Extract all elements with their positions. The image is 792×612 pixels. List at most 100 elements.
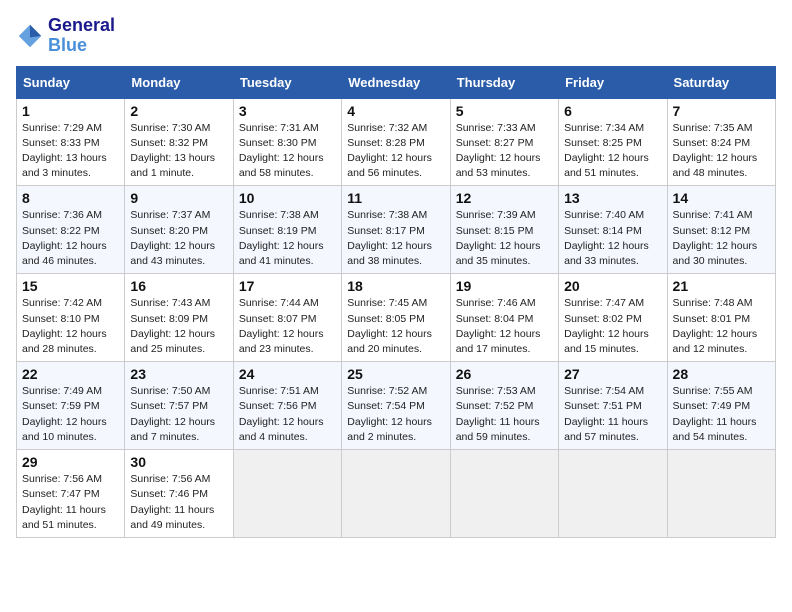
col-header-tuesday: Tuesday — [233, 66, 341, 98]
col-header-saturday: Saturday — [667, 66, 775, 98]
day-number: 3 — [239, 103, 336, 119]
calendar-cell: 17 Sunrise: 7:44 AMSunset: 8:07 PMDaylig… — [233, 274, 341, 362]
calendar-table: SundayMondayTuesdayWednesdayThursdayFrid… — [16, 66, 776, 538]
day-number: 21 — [673, 278, 770, 294]
day-info: Sunrise: 7:38 AMSunset: 8:19 PMDaylight:… — [239, 209, 324, 267]
calendar-cell: 23 Sunrise: 7:50 AMSunset: 7:57 PMDaylig… — [125, 362, 233, 450]
day-number: 12 — [456, 190, 553, 206]
calendar-cell: 29 Sunrise: 7:56 AMSunset: 7:47 PMDaylig… — [17, 450, 125, 538]
day-info: Sunrise: 7:29 AMSunset: 8:33 PMDaylight:… — [22, 122, 107, 180]
calendar-cell: 7 Sunrise: 7:35 AMSunset: 8:24 PMDayligh… — [667, 98, 775, 186]
day-number: 18 — [347, 278, 444, 294]
day-info: Sunrise: 7:56 AMSunset: 7:46 PMDaylight:… — [130, 473, 214, 531]
calendar-cell: 1 Sunrise: 7:29 AMSunset: 8:33 PMDayligh… — [17, 98, 125, 186]
day-info: Sunrise: 7:46 AMSunset: 8:04 PMDaylight:… — [456, 297, 541, 355]
calendar-cell: 22 Sunrise: 7:49 AMSunset: 7:59 PMDaylig… — [17, 362, 125, 450]
calendar-cell: 4 Sunrise: 7:32 AMSunset: 8:28 PMDayligh… — [342, 98, 450, 186]
calendar-cell — [233, 450, 341, 538]
calendar-cell: 11 Sunrise: 7:38 AMSunset: 8:17 PMDaylig… — [342, 186, 450, 274]
logo: General Blue — [16, 16, 115, 56]
day-info: Sunrise: 7:45 AMSunset: 8:05 PMDaylight:… — [347, 297, 432, 355]
calendar-cell: 18 Sunrise: 7:45 AMSunset: 8:05 PMDaylig… — [342, 274, 450, 362]
day-number: 17 — [239, 278, 336, 294]
day-info: Sunrise: 7:37 AMSunset: 8:20 PMDaylight:… — [130, 209, 215, 267]
day-number: 27 — [564, 366, 661, 382]
day-number: 25 — [347, 366, 444, 382]
day-info: Sunrise: 7:51 AMSunset: 7:56 PMDaylight:… — [239, 385, 324, 443]
day-info: Sunrise: 7:54 AMSunset: 7:51 PMDaylight:… — [564, 385, 648, 443]
day-number: 20 — [564, 278, 661, 294]
day-number: 2 — [130, 103, 227, 119]
calendar-cell: 5 Sunrise: 7:33 AMSunset: 8:27 PMDayligh… — [450, 98, 558, 186]
calendar-cell — [450, 450, 558, 538]
calendar-cell: 25 Sunrise: 7:52 AMSunset: 7:54 PMDaylig… — [342, 362, 450, 450]
calendar-cell: 3 Sunrise: 7:31 AMSunset: 8:30 PMDayligh… — [233, 98, 341, 186]
calendar-cell — [667, 450, 775, 538]
day-number: 5 — [456, 103, 553, 119]
calendar-cell: 9 Sunrise: 7:37 AMSunset: 8:20 PMDayligh… — [125, 186, 233, 274]
day-number: 30 — [130, 454, 227, 470]
col-header-thursday: Thursday — [450, 66, 558, 98]
page-header: General Blue — [16, 16, 776, 56]
day-number: 23 — [130, 366, 227, 382]
day-number: 8 — [22, 190, 119, 206]
calendar-cell: 8 Sunrise: 7:36 AMSunset: 8:22 PMDayligh… — [17, 186, 125, 274]
day-number: 24 — [239, 366, 336, 382]
col-header-sunday: Sunday — [17, 66, 125, 98]
day-number: 26 — [456, 366, 553, 382]
day-info: Sunrise: 7:49 AMSunset: 7:59 PMDaylight:… — [22, 385, 107, 443]
day-number: 10 — [239, 190, 336, 206]
day-number: 14 — [673, 190, 770, 206]
day-info: Sunrise: 7:48 AMSunset: 8:01 PMDaylight:… — [673, 297, 758, 355]
day-number: 15 — [22, 278, 119, 294]
day-info: Sunrise: 7:39 AMSunset: 8:15 PMDaylight:… — [456, 209, 541, 267]
day-info: Sunrise: 7:36 AMSunset: 8:22 PMDaylight:… — [22, 209, 107, 267]
calendar-cell: 27 Sunrise: 7:54 AMSunset: 7:51 PMDaylig… — [559, 362, 667, 450]
calendar-cell: 16 Sunrise: 7:43 AMSunset: 8:09 PMDaylig… — [125, 274, 233, 362]
calendar-cell: 28 Sunrise: 7:55 AMSunset: 7:49 PMDaylig… — [667, 362, 775, 450]
day-info: Sunrise: 7:35 AMSunset: 8:24 PMDaylight:… — [673, 122, 758, 180]
calendar-cell — [342, 450, 450, 538]
day-info: Sunrise: 7:56 AMSunset: 7:47 PMDaylight:… — [22, 473, 106, 531]
col-header-monday: Monday — [125, 66, 233, 98]
day-info: Sunrise: 7:41 AMSunset: 8:12 PMDaylight:… — [673, 209, 758, 267]
day-number: 28 — [673, 366, 770, 382]
calendar-cell: 24 Sunrise: 7:51 AMSunset: 7:56 PMDaylig… — [233, 362, 341, 450]
calendar-cell: 15 Sunrise: 7:42 AMSunset: 8:10 PMDaylig… — [17, 274, 125, 362]
calendar-cell: 6 Sunrise: 7:34 AMSunset: 8:25 PMDayligh… — [559, 98, 667, 186]
calendar-cell: 13 Sunrise: 7:40 AMSunset: 8:14 PMDaylig… — [559, 186, 667, 274]
day-info: Sunrise: 7:43 AMSunset: 8:09 PMDaylight:… — [130, 297, 215, 355]
day-number: 29 — [22, 454, 119, 470]
day-number: 7 — [673, 103, 770, 119]
calendar-cell: 19 Sunrise: 7:46 AMSunset: 8:04 PMDaylig… — [450, 274, 558, 362]
day-info: Sunrise: 7:44 AMSunset: 8:07 PMDaylight:… — [239, 297, 324, 355]
calendar-cell: 2 Sunrise: 7:30 AMSunset: 8:32 PMDayligh… — [125, 98, 233, 186]
day-number: 9 — [130, 190, 227, 206]
day-info: Sunrise: 7:55 AMSunset: 7:49 PMDaylight:… — [673, 385, 757, 443]
calendar-cell: 12 Sunrise: 7:39 AMSunset: 8:15 PMDaylig… — [450, 186, 558, 274]
calendar-cell: 30 Sunrise: 7:56 AMSunset: 7:46 PMDaylig… — [125, 450, 233, 538]
day-info: Sunrise: 7:50 AMSunset: 7:57 PMDaylight:… — [130, 385, 215, 443]
day-number: 13 — [564, 190, 661, 206]
logo-icon — [16, 22, 44, 50]
calendar-cell: 14 Sunrise: 7:41 AMSunset: 8:12 PMDaylig… — [667, 186, 775, 274]
day-number: 22 — [22, 366, 119, 382]
day-info: Sunrise: 7:34 AMSunset: 8:25 PMDaylight:… — [564, 122, 649, 180]
day-info: Sunrise: 7:33 AMSunset: 8:27 PMDaylight:… — [456, 122, 541, 180]
day-info: Sunrise: 7:53 AMSunset: 7:52 PMDaylight:… — [456, 385, 540, 443]
day-number: 16 — [130, 278, 227, 294]
logo-text: General Blue — [48, 16, 115, 56]
col-header-wednesday: Wednesday — [342, 66, 450, 98]
calendar-cell: 20 Sunrise: 7:47 AMSunset: 8:02 PMDaylig… — [559, 274, 667, 362]
day-info: Sunrise: 7:31 AMSunset: 8:30 PMDaylight:… — [239, 122, 324, 180]
day-number: 19 — [456, 278, 553, 294]
calendar-cell: 21 Sunrise: 7:48 AMSunset: 8:01 PMDaylig… — [667, 274, 775, 362]
day-info: Sunrise: 7:47 AMSunset: 8:02 PMDaylight:… — [564, 297, 649, 355]
day-number: 1 — [22, 103, 119, 119]
day-number: 11 — [347, 190, 444, 206]
day-number: 4 — [347, 103, 444, 119]
day-number: 6 — [564, 103, 661, 119]
day-info: Sunrise: 7:52 AMSunset: 7:54 PMDaylight:… — [347, 385, 432, 443]
calendar-cell: 26 Sunrise: 7:53 AMSunset: 7:52 PMDaylig… — [450, 362, 558, 450]
day-info: Sunrise: 7:32 AMSunset: 8:28 PMDaylight:… — [347, 122, 432, 180]
